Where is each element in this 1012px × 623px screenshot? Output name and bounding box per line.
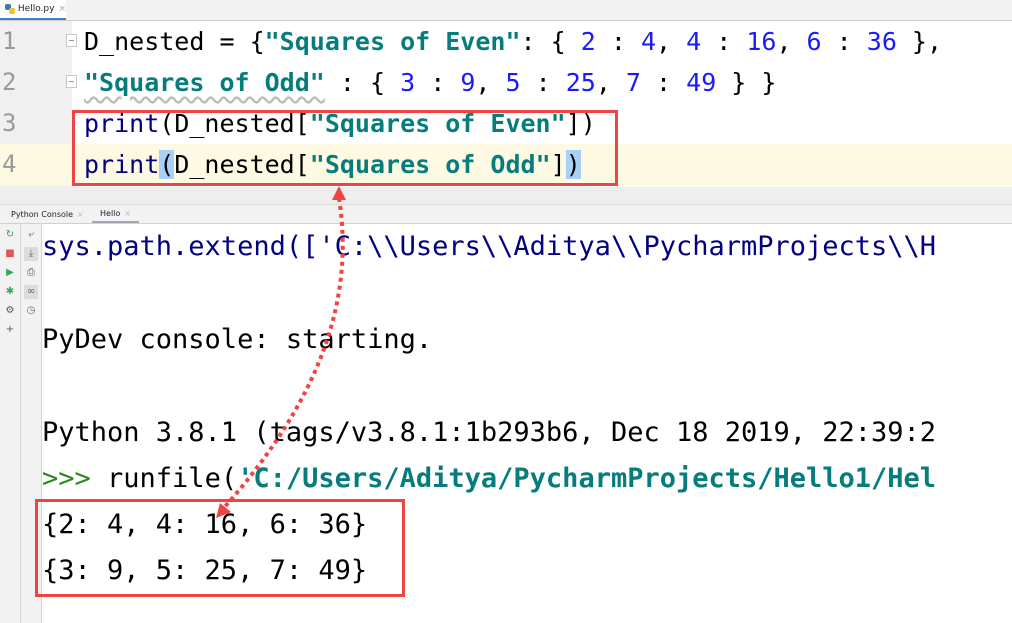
code-token: :: [415, 68, 461, 97]
code-token: },: [896, 27, 943, 56]
scroll-to-end-icon[interactable]: ⤓: [24, 247, 38, 261]
code-token: :: [595, 27, 641, 56]
code-line[interactable]: 1 D_nested = {"Squares of Even": { 2 : 4,…: [0, 21, 1012, 62]
code-token: 16: [746, 27, 777, 56]
code-token: } }: [716, 68, 777, 97]
console-token: Python 3.8.1 (tags/v3.8.1:1b293b6, Dec 1…: [42, 417, 937, 448]
tab-label: Hello: [100, 208, 121, 218]
code-text: "Squares of Odd" : { 3 : 9, 5 : 25, 7 : …: [84, 62, 776, 103]
close-icon[interactable]: ×: [124, 209, 131, 218]
editor-tab-hello-py[interactable]: Hello.py ×: [0, 0, 66, 20]
code-token: 36: [866, 27, 897, 56]
soft-wrap-icon[interactable]: ⤶: [24, 228, 38, 242]
console-token: PyDev console: starting.: [42, 324, 433, 355]
fold-marker-icon[interactable]: [66, 34, 77, 47]
console-line: PyDev console: starting.: [42, 320, 432, 360]
code-token: 25: [565, 68, 596, 97]
panel-splitter[interactable]: [0, 187, 1012, 205]
code-token: ,: [656, 27, 687, 56]
close-icon[interactable]: ×: [77, 210, 84, 219]
console-token: 'C:/Users/Aditya/PycharmProjects/Hello1/…: [237, 463, 937, 494]
fold-marker-icon[interactable]: [66, 75, 77, 88]
python-file-icon: [5, 4, 15, 14]
code-token: D_nested = {: [84, 27, 265, 56]
debug-bug-icon[interactable]: ✱: [3, 285, 17, 299]
code-token: :: [701, 27, 747, 56]
console-line: Python 3.8.1 (tags/v3.8.1:1b293b6, Dec 1…: [42, 413, 936, 453]
stop-icon[interactable]: ■: [3, 247, 17, 261]
line-number: 3: [2, 109, 17, 137]
code-token: ,: [776, 27, 807, 56]
code-line[interactable]: 2 "Squares of Odd" : { 3 : 9, 5 : 25, 7 :…: [0, 62, 1012, 103]
code-token: 4: [640, 27, 656, 56]
code-token: : {: [324, 68, 401, 97]
close-icon[interactable]: ×: [58, 4, 66, 14]
code-token: : {: [520, 27, 581, 56]
add-icon[interactable]: +: [3, 323, 17, 337]
annotation-box-output: [35, 499, 405, 597]
code-token: 49: [686, 68, 717, 97]
console-token: runfile(: [107, 463, 238, 494]
code-token: 7: [625, 68, 641, 97]
console-token: >>>: [42, 463, 108, 494]
tab-python-console[interactable]: Python Console ×: [11, 205, 84, 223]
tool-window-tab-bar: Python Console × Hello ×: [0, 205, 1012, 224]
editor-tab-bar: Hello.py ×: [0, 0, 1012, 21]
code-token: "Squares of Even": [264, 27, 521, 56]
line-number: 1: [2, 27, 17, 55]
code-token: ,: [595, 68, 626, 97]
code-editor[interactable]: 1 D_nested = {"Squares of Even": { 2 : 4,…: [0, 21, 1012, 187]
code-text: D_nested = {"Squares of Even": { 2 : 4, …: [84, 21, 942, 62]
run-icon[interactable]: ▶: [3, 266, 17, 280]
annotation-box-print-statements: [72, 110, 618, 186]
code-token: 4: [686, 27, 702, 56]
code-token: 6: [806, 27, 822, 56]
code-token: 2: [580, 27, 596, 56]
console-output[interactable]: sys.path.extend(['C:\\Users\\Aditya\\Pyc…: [35, 224, 1012, 623]
code-token: 9: [460, 68, 476, 97]
tab-hello[interactable]: Hello ×: [92, 205, 139, 223]
history-clock-icon[interactable]: ◷: [24, 304, 38, 318]
console-token: sys.path.extend(['C:\\Users\\Aditya\\Pyc…: [42, 231, 937, 262]
code-token: ,: [475, 68, 506, 97]
show-variables-icon[interactable]: ∞: [24, 285, 38, 299]
code-token: "Squares of Odd": [84, 68, 325, 97]
tab-label: Python Console: [11, 209, 74, 219]
code-token: :: [821, 27, 867, 56]
settings-gear-icon[interactable]: ⚙: [3, 304, 17, 318]
editor-tab-label: Hello.py: [17, 4, 55, 14]
rerun-icon[interactable]: ↻: [3, 228, 17, 242]
code-token: :: [640, 68, 687, 97]
console-line: >>> runfile('C:/Users/Aditya/PycharmProj…: [42, 459, 936, 499]
console-toolbar-left: ↻ ■ ▶ ✱ ⚙ +: [0, 224, 21, 623]
line-number: 4: [2, 150, 17, 178]
code-token: 5: [505, 68, 521, 97]
print-icon[interactable]: ⎙: [24, 266, 38, 280]
line-number: 2: [2, 68, 17, 96]
code-token: :: [520, 68, 566, 97]
code-token: 3: [400, 68, 416, 97]
console-line: sys.path.extend(['C:\\Users\\Aditya\\Pyc…: [42, 227, 936, 267]
